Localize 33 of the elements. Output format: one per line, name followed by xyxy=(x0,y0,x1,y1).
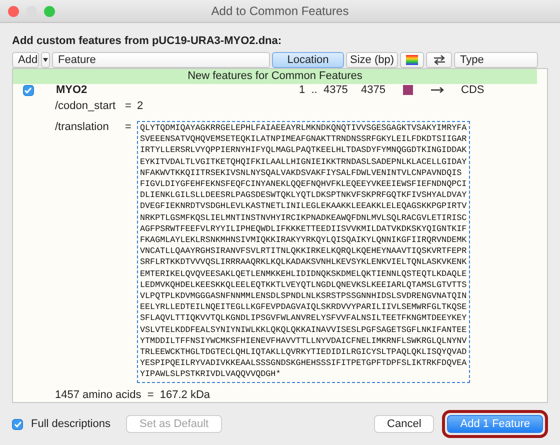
check-icon xyxy=(14,420,22,428)
location-text: 1 .. 4375 xyxy=(299,84,348,96)
arrow-icon xyxy=(431,87,444,93)
column-header[interactable]: Location xyxy=(272,52,344,68)
size-text: 4375 xyxy=(361,84,386,96)
full-descriptions-label: Full descriptions xyxy=(31,418,110,430)
equals-sign: = xyxy=(125,100,132,112)
color-spectrum-icon xyxy=(406,55,418,65)
check-icon xyxy=(24,86,32,94)
swap-arrows-icon xyxy=(432,55,446,65)
dialog-button[interactable]: Cancel xyxy=(374,415,434,433)
group-banner: New features for Common Features xyxy=(13,69,537,84)
feature-checkbox[interactable] xyxy=(22,84,34,96)
column-header[interactable]: Type xyxy=(454,52,538,68)
direction-column-header[interactable] xyxy=(426,52,452,68)
sequence-field[interactable]: QLYTQDMIQAYAGKRRGELEPHLFAIAEEAYRLMKNDKQNQTIVVSGESGAGKTVSAKYIMRYFA SVEEENSATVQHQVEMSETEQKILATNPIMEAFGNAKTTRNDNSSRFGKYLEILFDKDTSIIGAR IRTYLLERSRLVYQPPIERNYHIFYQLMAGLPAQTKEELHLTDASDYFYMNQGGDTKINGIDDAK EYKITVDALTLVGITKETQHQIFKILAALLHIGNIEIKKTRNDASLSADEPNLKLACELLGIDAY NFAKWVTKKQIITRSEKIVSNLNYSQALVAKDSVAKFIYSALFDWLVENINTVLCNPAVNDQIS FIGVLDIYGFEHFEKNSFEQFCINYANEKLQQEFNQHVFKLEQEEYVKEEIEWSFIEFNDNQPCI DLIENKLGILSLLDEESRLPAGSDESWTQKLYQTLDKSPTNKVFSKPRFGQTKFIVSHYALDVAY DVEGFIEKNRDTVSDGHLEVLKASTNETLINILEGLEKAAKKLEEAKKLELEQAGSKKPGPIRTV NRKPTLGSMFKQSLIELMNTINSTNVHYIRCIKPNADKEAWQFDNLMVLSQLRACGVLETIRISC AGFPSRWTFEEFVLRYYILIPHEQWDLIFKKKETTEEDIISVVKMILDATVKDKSKYQIGNTKIF FKAGMLAYLEKLRSNKMHNSIVMIQKKIRAKYYRKQYLQISQAIKYLQNNIKGFIIRQRVNDEMK VNCATLLQAAYRGHSIRANVFSVLRTITNLQKKIRKELKQRQLKQEHEYNAAVTIQSKVRTFEPR SRFLRTKKDTVVVQSLIRRRAAQRKLKQLKADAKSVNHLKEVSYKLENKVIELTQNLASKVKENK EMTERIKELQVQVEESAKLQETLENMKKEHLIDIDNQKSKDMELQKTIENNLQSTEQTLKDAQLE LEDMVKQHDELKEESKKQLEELEQTKKTLVEYQTLNGDLQNEVKSLKEEIARLQTAMSLGTVTTS VLPQTPLKDVMGGGASNFNNMMLENSDLSPNDLNLKSRSTPSSGNNHIDSLSVDRENGVNATQIN EELYRLLEDTEILNQEITEGLLKGFEVPDAGVAIQLSKRDVVYPARILIIVLSEMWRFGLTKQSE SFLAQVLTTIQKVVTQLKGNDLIPSGVFWLANVRELYSFVVFALNSILTEETFKNGMTDEEYKEY VSLVTELKDDFEALSYNIYNIWLKKLQKQLQKKAINAVVISESLPGFSAGETSGFLNKIFANTEE YTMDDILTFFNSIYWCMKSFHIENEVFHAVVTTLLNYVDAICFNELIMKRNFLSWKRGLQLNYNV TRLEEWCKTHGLTDGTECLQHLIQTAKLLQVRKYTIEDIDILRGICYSLTPAQLQKLISQYQVAD YESPIPQEILRYVADIVKKEAALSSSGNDSKGHEHSSSIFITPETGPFTDPFSLIKTRKFDQVEA YIPAWLSLPSTKRIVDLVAQQVVQDGH* xyxy=(137,121,470,383)
color-column-header[interactable] xyxy=(400,52,424,68)
full-descriptions-checkbox[interactable] xyxy=(12,418,23,430)
window-title: Add to Common Features xyxy=(210,4,350,18)
close-button[interactable] xyxy=(8,6,19,16)
column-header[interactable]: Size (bp) xyxy=(346,52,398,68)
column-header[interactable]: Feature xyxy=(52,52,270,68)
dialog-heading: Add custom features from pUC19-URA3-MYO2.dna: xyxy=(12,35,283,47)
type-text: CDS xyxy=(461,84,484,96)
qualifier-name: /codon_start xyxy=(54,100,117,112)
caret-icon xyxy=(43,58,48,62)
add-dropdown-button[interactable] xyxy=(41,52,50,68)
equals-sign: = xyxy=(125,121,132,133)
qualifier-value: 2 xyxy=(137,100,144,112)
sequence-summary: 1457 amino acids = 167.2 kDa xyxy=(55,388,210,401)
qualifier-name: /translation xyxy=(54,121,110,133)
add-button[interactable]: Add xyxy=(12,52,39,68)
feature-name: MYO2 xyxy=(56,84,88,96)
